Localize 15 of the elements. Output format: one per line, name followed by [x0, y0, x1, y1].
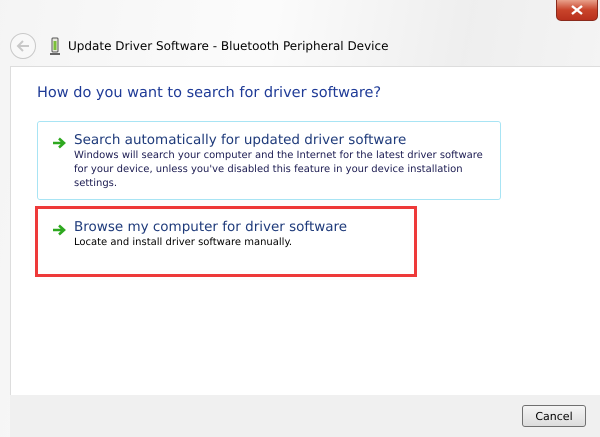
cancel-button[interactable]: Cancel	[522, 405, 586, 427]
highlighted-option[interactable]: Browse my computer for driver software Locate and install driver software manually.	[35, 206, 417, 277]
back-arrow-icon	[16, 40, 30, 52]
option-title: Browse my computer for driver software	[74, 219, 348, 235]
option-description: Windows will search your computer and the Internet for the latest driver software for your device, unless you've disabled this feature in your device installation settings.	[74, 149, 484, 191]
option-description: Locate and install driver software manually.	[74, 236, 294, 250]
close-icon	[571, 5, 583, 15]
device-icon	[50, 37, 60, 55]
close-button[interactable]	[556, 0, 598, 21]
arrow-icon	[52, 224, 66, 236]
option-title: Search automatically for updated driver software	[74, 132, 408, 148]
window-title: Update Driver Software - Bluetooth Peripheral Device	[68, 39, 388, 53]
page-heading: How do you want to search for driver software?	[37, 85, 382, 101]
option-link[interactable]	[37, 121, 501, 200]
arrow-icon	[52, 137, 66, 149]
